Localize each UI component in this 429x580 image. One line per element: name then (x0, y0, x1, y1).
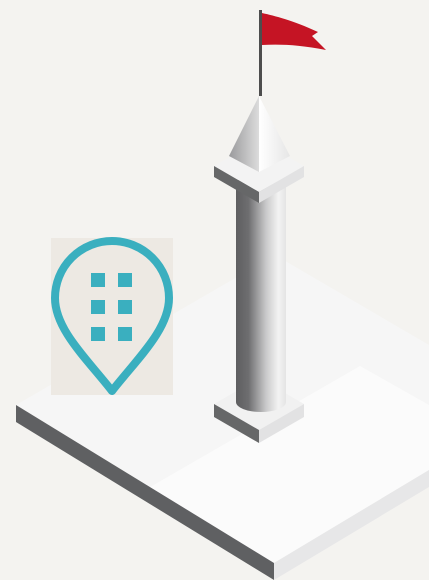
location-pin-building-icon (51, 237, 173, 395)
flag-icon (259, 10, 326, 96)
isometric-illustration (16, 10, 429, 580)
illustration-scene (0, 0, 429, 580)
